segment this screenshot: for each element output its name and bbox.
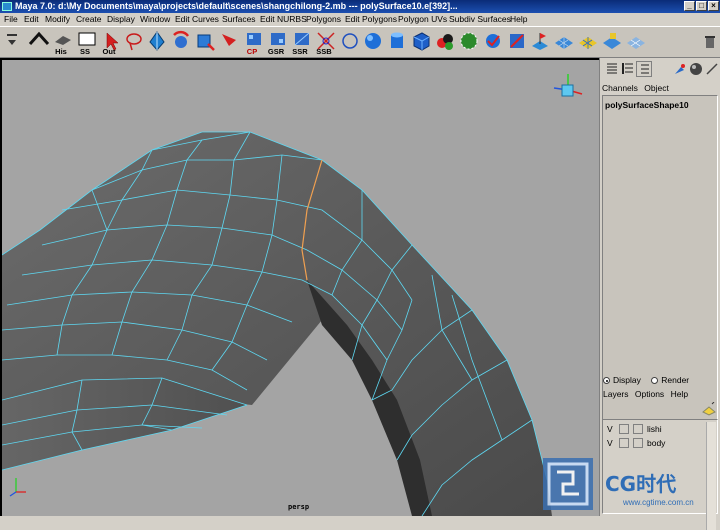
layers-menu[interactable]: Layers [603, 389, 629, 399]
scale-icon[interactable] [194, 30, 216, 52]
maximize-button[interactable]: □ [696, 1, 707, 11]
channel-box-menu: Channels Object [602, 83, 669, 93]
layer-visibility[interactable]: V [607, 438, 613, 448]
minimize-button[interactable]: _ [684, 1, 695, 11]
grid-icon[interactable] [553, 30, 575, 52]
menu-help[interactable]: Help [510, 14, 527, 24]
menu-edit-nurbs[interactable]: Edit NURBS [260, 14, 307, 24]
watermark-url: www.cgtime.com.cn [623, 498, 694, 507]
menu-polygon-uvs[interactable]: Polygon UVs [398, 14, 447, 24]
move-icon[interactable] [146, 30, 168, 52]
grid-blue-icon[interactable] [577, 30, 599, 52]
menu-file[interactable]: File [4, 14, 18, 24]
paint-brush-icon[interactable] [672, 61, 688, 77]
grid-check-icon[interactable] [601, 30, 623, 52]
grid-flat-icon[interactable] [625, 30, 647, 52]
title-bar: Maya 7.0: d:\My Documents\maya\projects\… [0, 0, 720, 13]
mesh-wireframe [2, 74, 583, 516]
layer-type-box[interactable] [619, 424, 629, 434]
plane-icon[interactable] [506, 30, 528, 52]
options-menu[interactable]: Options [635, 389, 664, 399]
gsr-icon[interactable]: GSR [243, 30, 284, 56]
layer-type-box[interactable] [619, 438, 629, 448]
channels-menu[interactable]: Channels [602, 83, 638, 93]
menu-edit-polygons[interactable]: Edit Polygons [345, 14, 397, 24]
layer-color-box[interactable] [633, 438, 643, 448]
view-axis-icon[interactable] [553, 74, 583, 97]
perspective-viewport[interactable]: persp [0, 58, 599, 516]
color-balls-icon[interactable] [434, 30, 456, 52]
ssb-icon[interactable]: SSB [291, 30, 332, 56]
panel-tab-bar [600, 60, 720, 80]
layer-menu-bar: Layers Options Help [603, 389, 688, 399]
menu-create[interactable]: Create [76, 14, 102, 24]
cp-icon[interactable]: CP [219, 30, 257, 56]
circle-icon[interactable] [339, 30, 361, 52]
menu-modify[interactable]: Modify [45, 14, 70, 24]
menu-bar: File Edit Modify Create Display Window E… [0, 13, 720, 26]
menu-window[interactable]: Window [140, 14, 170, 24]
watermark-brand: CG时代 [605, 472, 677, 496]
camera-label: persp [288, 503, 310, 511]
cylinder-icon[interactable] [386, 30, 408, 52]
render-radio[interactable] [651, 377, 659, 385]
lasso-icon[interactable] [123, 30, 145, 52]
layer-row[interactable]: V body [605, 437, 715, 449]
layer-row[interactable]: V lishi [605, 423, 715, 435]
display-label: Display [613, 375, 641, 385]
layer-name[interactable]: body [647, 438, 665, 448]
display-render-toggle: Display Render [603, 375, 689, 385]
menu-edit-curves[interactable]: Edit Curves [175, 14, 219, 24]
channel-box-tab-icon[interactable] [604, 61, 620, 77]
trash-icon[interactable] [703, 30, 717, 52]
menu-subdiv-surfaces[interactable]: Subdiv Surfaces [449, 14, 511, 24]
new-layer-icon[interactable] [701, 401, 717, 416]
layer-color-box[interactable] [633, 424, 643, 434]
close-button[interactable]: × [708, 1, 719, 11]
history-icon[interactable]: His [28, 30, 67, 56]
menu-display[interactable]: Display [107, 14, 135, 24]
shelf: His SS Out CP GSR SSR SSB [0, 26, 720, 58]
menu-edit[interactable]: Edit [24, 14, 39, 24]
shading-ball-icon[interactable] [688, 61, 704, 77]
flag-icon[interactable] [529, 30, 551, 52]
window-title: Maya 7.0: d:\My Documents\maya\projects\… [15, 1, 458, 11]
axis-indicator-icon [9, 478, 26, 497]
check-icon[interactable] [482, 30, 504, 52]
rotate-icon[interactable] [170, 30, 192, 52]
cube-icon[interactable] [410, 30, 432, 52]
ss-icon[interactable]: SS [52, 30, 90, 56]
shape-node-name[interactable]: polySurfaceShape10 [605, 100, 689, 110]
menu-surfaces[interactable]: Surfaces [222, 14, 256, 24]
attribute-tab-icon[interactable] [620, 61, 636, 77]
split-icon[interactable] [315, 30, 337, 52]
layer-name[interactable]: lishi [647, 424, 662, 434]
out-icon[interactable]: Out [76, 30, 115, 56]
channel-box-panel: Channels Object polySurfaceShape10 Displ… [599, 58, 720, 530]
help-menu[interactable]: Help [671, 389, 688, 399]
select-arrow-icon[interactable] [101, 30, 123, 52]
maya-app-icon [2, 2, 12, 11]
arrow-diagonal-icon[interactable] [704, 61, 720, 77]
display-radio[interactable] [603, 377, 610, 385]
sphere-icon[interactable] [362, 30, 384, 52]
render-label: Render [661, 375, 690, 385]
tool-settings-tab-icon[interactable] [636, 61, 652, 77]
ssr-icon[interactable]: SSR [267, 30, 308, 56]
cgtime-logo-icon [543, 458, 593, 510]
object-menu[interactable]: Object [644, 83, 669, 93]
layer-visibility[interactable]: V [607, 424, 613, 434]
globe-icon[interactable] [458, 30, 480, 52]
shelf-menu-icon[interactable] [4, 30, 20, 52]
watermark: CG时代 www.cgtime.com.cn [543, 458, 720, 516]
menu-polygons[interactable]: Polygons [306, 14, 341, 24]
